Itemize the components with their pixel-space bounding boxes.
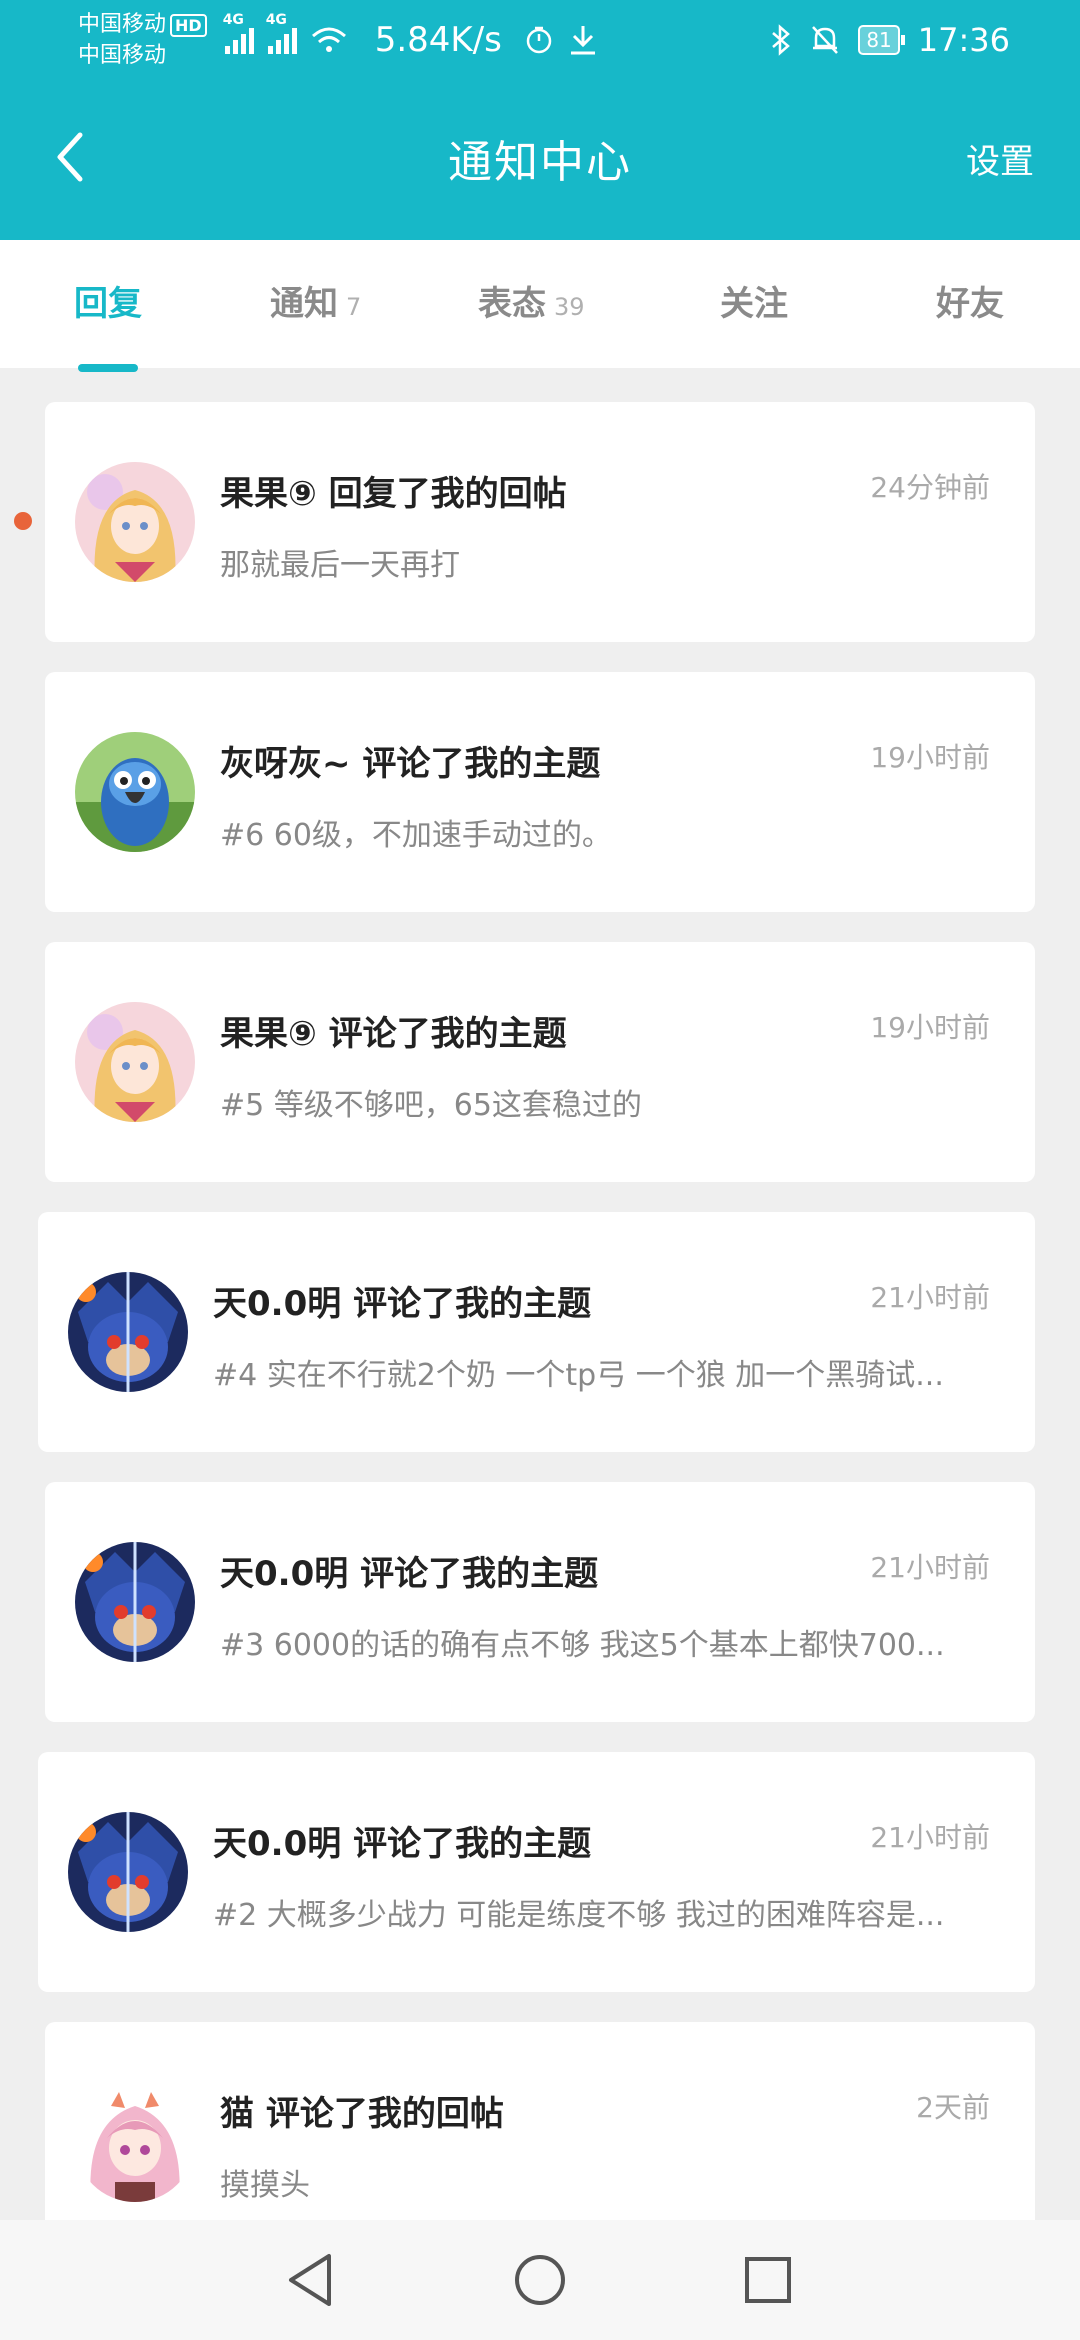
tab-bar: 回复 通知 7 表态 39 关注 好友	[0, 240, 1080, 368]
notification-title: 果果⑨ 评论了我的主题	[220, 1014, 567, 1054]
avatar[interactable]	[68, 1272, 188, 1392]
right-status-group: 81 17:36	[770, 21, 1010, 59]
tab-notice[interactable]: 通知 7	[270, 276, 361, 325]
tab-label: 通知	[270, 284, 338, 324]
signal-icons: 4G 4G	[223, 12, 347, 54]
circle-home-icon	[515, 2255, 565, 2305]
list-item[interactable]: 果果⑨ 评论了我的主题 19小时前 #5 等级不够吧，65这套稳过的	[45, 942, 1035, 1182]
sonic-avatar-icon	[68, 1272, 188, 1392]
tab-reply[interactable]: 回复	[74, 276, 142, 325]
timer-icon	[526, 26, 552, 54]
avatar[interactable]	[68, 1812, 188, 1932]
tab-friends[interactable]: 好友	[936, 276, 1004, 325]
download-icon	[570, 26, 595, 55]
notification-time: 21小时前	[870, 1821, 990, 1854]
settings-button[interactable]: 设置	[966, 134, 1034, 183]
notification-title: 灰呀灰~ 评论了我的主题	[220, 744, 601, 784]
notification-time: 24分钟前	[870, 471, 990, 504]
tab-label: 表态	[478, 284, 546, 324]
notification-preview: 那就最后一天再打	[220, 548, 460, 583]
battery-icon: 81	[858, 25, 906, 55]
hd-badge: HD	[170, 13, 207, 37]
notification-time: 2天前	[916, 2091, 990, 2124]
list-item[interactable]: 天0.0明 评论了我的主题 21小时前 #3 6000的话的确有点不够 我这5个…	[45, 1482, 1035, 1722]
page-title: 通知中心	[448, 137, 632, 188]
square-recents-icon	[745, 2257, 791, 2303]
notification-list[interactable]: 果果⑨ 回复了我的回帖 24分钟前 那就最后一天再打 灰呀灰~ 评论了我的主题 …	[0, 368, 1080, 2220]
signal-strength-icon: 4G	[223, 12, 254, 54]
notification-preview: #4 实在不行就2个奶 一个tp弓 一个狼 加一个黑骑试...	[213, 1358, 944, 1393]
system-nav-bar	[0, 2220, 1080, 2340]
nav-back-button[interactable]	[280, 2250, 340, 2310]
notification-preview: #3 6000的话的确有点不够 我这5个基本上都快700...	[220, 1628, 945, 1663]
notification-preview: #5 等级不够吧，65这套稳过的	[220, 1088, 642, 1123]
notification-time: 19小时前	[870, 741, 990, 774]
avatar[interactable]	[75, 1002, 195, 1122]
anime-girl-avatar-icon	[75, 1002, 195, 1122]
list-item[interactable]: 灰呀灰~ 评论了我的主题 19小时前 #6 60级，不加速手动过的。	[45, 672, 1035, 912]
bluetooth-icon	[772, 24, 791, 56]
notification-preview: #2 大概多少战力 可能是练度不够 我过的困难阵容是...	[213, 1898, 945, 1933]
notification-time: 21小时前	[870, 1281, 990, 1314]
list-item[interactable]: 天0.0明 评论了我的主题 21小时前 #2 大概多少战力 可能是练度不够 我过…	[38, 1752, 1035, 1992]
blue-bird-avatar-icon	[75, 732, 195, 852]
avatar[interactable]	[75, 2082, 195, 2202]
tab-label: 关注	[720, 284, 788, 324]
mute-bell-icon	[812, 26, 839, 54]
notification-title: 果果⑨ 回复了我的回帖	[220, 474, 567, 514]
sonic-avatar-icon	[68, 1812, 188, 1932]
notification-title: 天0.0明 评论了我的主题	[213, 1824, 592, 1864]
wifi-icon	[311, 27, 346, 52]
tab-count: 7	[346, 293, 362, 321]
nav-recents-button[interactable]	[738, 2250, 798, 2310]
tab-label: 回复	[74, 284, 142, 324]
avatar[interactable]	[75, 462, 195, 582]
notification-preview: #6 60级，不加速手动过的。	[220, 818, 612, 853]
clock: 17:36	[917, 21, 1010, 59]
unread-indicator	[14, 512, 32, 530]
signal-strength-icon: 4G	[266, 12, 297, 54]
tab-count: 39	[554, 293, 585, 321]
avatar[interactable]	[75, 732, 195, 852]
notification-title: 猫 评论了我的回帖	[220, 2094, 504, 2134]
notification-title: 天0.0明 评论了我的主题	[220, 1554, 599, 1594]
list-item[interactable]: 猫 评论了我的回帖 2天前 摸摸头	[45, 2022, 1035, 2220]
status-bar: 中国移动 HD 中国移动 4G 4G 5.84K/s 81 17:36	[0, 0, 1080, 80]
notification-time: 21小时前	[870, 1551, 990, 1584]
carrier-2: 中国移动	[78, 42, 167, 68]
notification-preview: 摸摸头	[220, 2168, 310, 2203]
carrier-1: 中国移动	[78, 11, 167, 37]
notification-time: 19小时前	[870, 1011, 990, 1044]
carrier-info: 中国移动 HD 中国移动	[78, 10, 207, 71]
pink-hair-girl-avatar-icon	[75, 2082, 195, 2202]
tab-reaction[interactable]: 表态 39	[478, 276, 585, 325]
app-bar: 通知中心 设置	[0, 80, 1080, 240]
list-item[interactable]: 天0.0明 评论了我的主题 21小时前 #4 实在不行就2个奶 一个tp弓 一个…	[38, 1212, 1035, 1452]
triangle-back-icon	[289, 2254, 331, 2306]
avatar[interactable]	[75, 1542, 195, 1662]
network-speed: 5.84K/s	[374, 20, 502, 60]
notification-title: 天0.0明 评论了我的主题	[213, 1284, 592, 1324]
tab-follow[interactable]: 关注	[720, 276, 788, 325]
nav-home-button[interactable]	[510, 2250, 570, 2310]
anime-girl-avatar-icon	[75, 462, 195, 582]
list-item[interactable]: 果果⑨ 回复了我的回帖 24分钟前 那就最后一天再打	[45, 402, 1035, 642]
sonic-avatar-icon	[75, 1542, 195, 1662]
tab-label: 好友	[936, 284, 1004, 324]
